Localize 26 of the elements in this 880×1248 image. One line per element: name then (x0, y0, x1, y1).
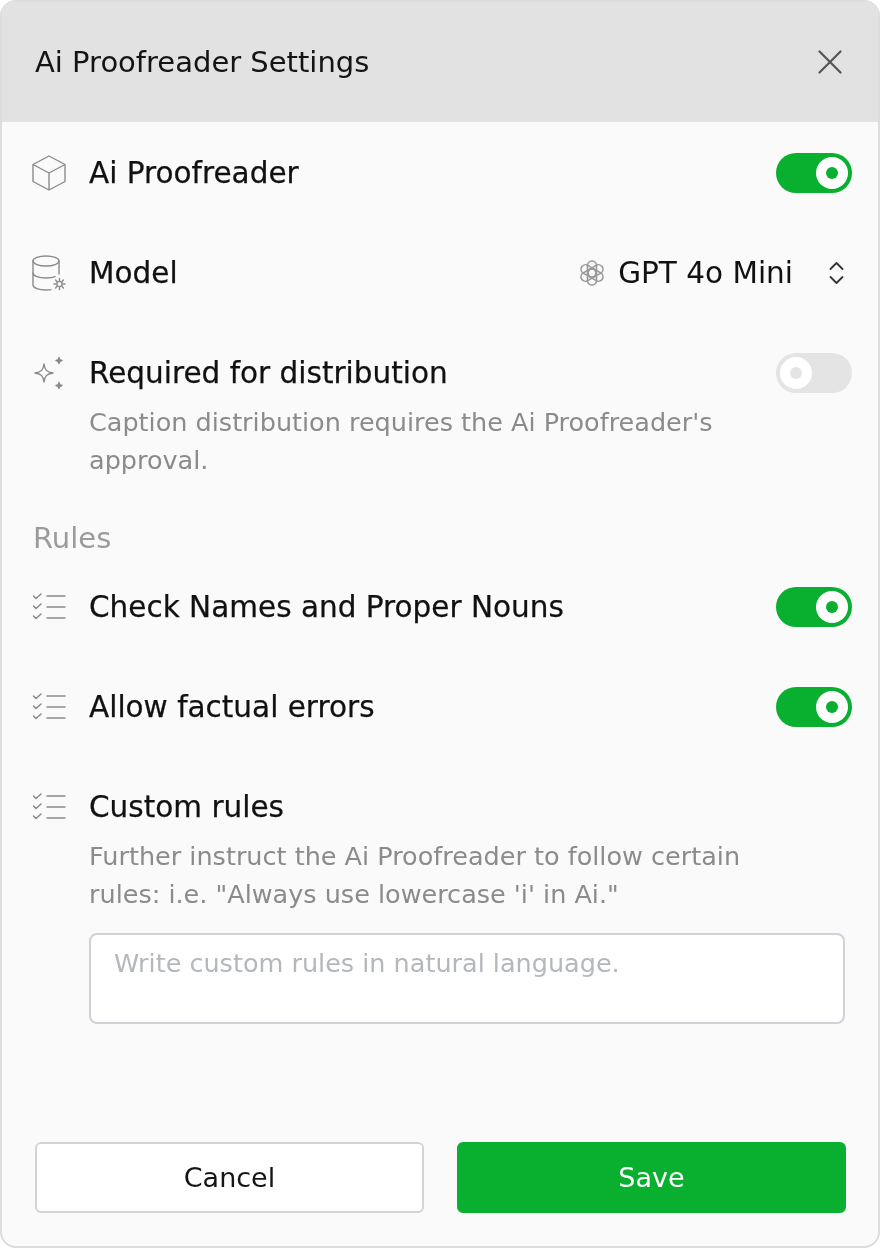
toggle-switch[interactable] (776, 587, 852, 627)
toggle-switch[interactable] (776, 687, 852, 727)
chevron-up-down-icon (829, 261, 844, 285)
setting-description: Further instruct the Ai Proofreader to follow certain rules: i.e. "Always use lowercase 'i' in Ai." (89, 840, 742, 911)
setting-label: Custom rules (89, 789, 285, 826)
checklist-icon (32, 593, 66, 621)
model-select[interactable]: GPT 4o Mini (578, 256, 852, 290)
knot-logo-icon (578, 259, 607, 287)
setting-label: Allow factual errors (89, 689, 376, 726)
setting-label: Model (89, 255, 179, 292)
custom-rules-field[interactable]: Write custom rules in natural language. (89, 933, 845, 1024)
cancel-button[interactable]: Cancel (35, 1142, 424, 1213)
section-heading: Rules (33, 520, 113, 557)
setting-label: Ai Proofreader (89, 155, 300, 192)
sparkles-icon (32, 356, 66, 390)
cube-icon (32, 155, 66, 191)
setting-label: Required for distribution (89, 355, 449, 392)
toggle-switch[interactable] (776, 353, 852, 393)
toggle-switch[interactable] (776, 153, 852, 193)
database-gear-icon (32, 255, 66, 291)
dialog-title: Ai Proofreader Settings (35, 45, 370, 79)
checklist-icon (32, 793, 66, 821)
close-icon (818, 50, 842, 74)
setting-label: Check Names and Proper Nouns (89, 589, 565, 626)
checklist-icon (32, 693, 66, 721)
setting-description: Caption distribution requires the Ai Proofreader's approval. (89, 406, 714, 477)
